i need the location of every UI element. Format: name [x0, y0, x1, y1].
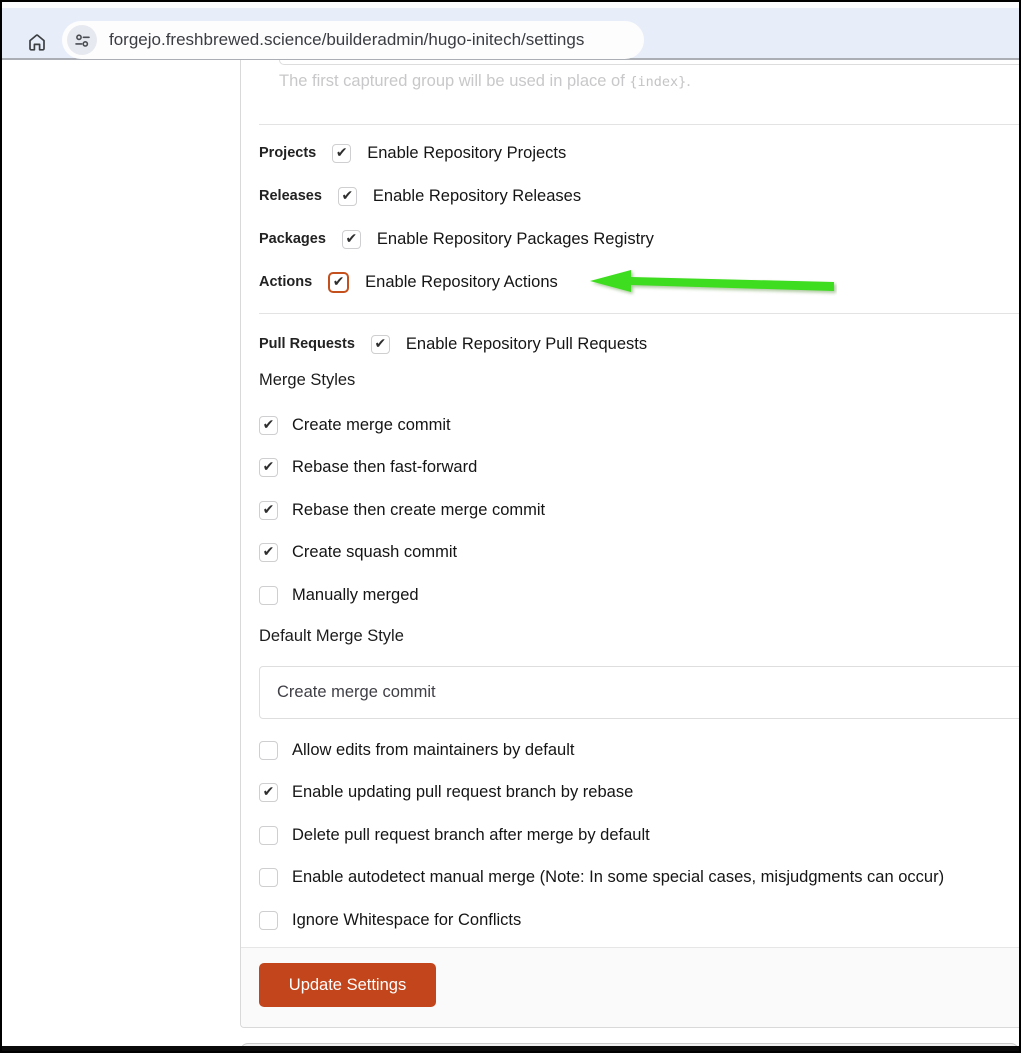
merge-styles-heading: Merge Styles	[259, 371, 355, 390]
feature-checkbox[interactable]	[342, 230, 361, 249]
feature-checkbox-label[interactable]: Enable Repository Packages Registry	[377, 230, 654, 249]
pull-requests-row: Pull Requests Enable Repository Pull Req…	[259, 333, 647, 355]
settings-panel: The first captured group will be used in…	[240, 60, 1019, 1028]
merge-style-label[interactable]: Create merge commit	[292, 416, 451, 435]
pull-request-option-row: Enable autodetect manual merge (Note: In…	[259, 867, 944, 889]
feature-label: Projects	[259, 145, 316, 161]
help-text-code: {index}	[629, 74, 686, 90]
merge-style-checkbox[interactable]	[259, 458, 278, 477]
pull-request-option-row: Ignore Whitespace for Conflicts	[259, 909, 944, 931]
feature-checkbox-label[interactable]: Enable Repository Projects	[367, 144, 566, 163]
pull-request-option-label[interactable]: Enable autodetect manual merge (Note: In…	[292, 868, 944, 887]
help-text: The first captured group will be used in…	[279, 72, 691, 91]
pull-request-option-checkbox[interactable]	[259, 783, 278, 802]
feature-checkbox-label[interactable]: Enable Repository Releases	[373, 187, 581, 206]
pull-request-option-checkbox[interactable]	[259, 741, 278, 760]
feature-checkbox[interactable]	[332, 144, 351, 163]
url-text[interactable]: forgejo.freshbrewed.science/builderadmin…	[109, 30, 584, 50]
merge-style-checkbox[interactable]	[259, 501, 278, 520]
merge-style-row: Rebase then create merge commit	[259, 499, 545, 521]
default-merge-style-heading: Default Merge Style	[259, 627, 404, 646]
merge-style-checkbox[interactable]	[259, 416, 278, 435]
merge-style-label[interactable]: Manually merged	[292, 586, 419, 605]
annotation-arrow	[587, 267, 837, 297]
pull-request-option-label[interactable]: Delete pull request branch after merge b…	[292, 826, 650, 845]
section-divider	[259, 313, 1019, 314]
feature-checkbox-label[interactable]: Enable Repository Actions	[365, 273, 558, 292]
section-divider	[259, 124, 1019, 125]
update-settings-button[interactable]: Update Settings	[259, 963, 436, 1007]
merge-style-label[interactable]: Rebase then create merge commit	[292, 501, 545, 520]
merge-style-row: Create merge commit	[259, 414, 545, 436]
feature-checkbox[interactable]	[328, 272, 349, 293]
feature-label: Packages	[259, 231, 326, 247]
pull-requests-checkbox-label[interactable]: Enable Repository Pull Requests	[406, 335, 647, 354]
pull-request-option-row: Enable updating pull request branch by r…	[259, 782, 944, 804]
feature-label: Actions	[259, 274, 312, 290]
default-merge-style-select[interactable]: Create merge commit	[259, 666, 1021, 719]
pull-request-option-checkbox[interactable]	[259, 911, 278, 930]
home-icon	[26, 31, 48, 53]
form-footer: Update Settings	[241, 947, 1019, 1027]
browser-toolbar: forgejo.freshbrewed.science/builderadmin…	[2, 2, 1019, 60]
address-bar[interactable]: forgejo.freshbrewed.science/builderadmin…	[62, 21, 644, 59]
pull-request-option-label[interactable]: Allow edits from maintainers by default	[292, 741, 574, 760]
pull-request-options-list: Allow edits from maintainers by default …	[259, 739, 944, 952]
pull-request-option-checkbox[interactable]	[259, 868, 278, 887]
merge-style-checkbox[interactable]	[259, 586, 278, 605]
screenshot-bottom-border	[2, 1046, 1019, 1051]
pull-requests-label: Pull Requests	[259, 336, 355, 352]
cutoff-input-field[interactable]	[279, 60, 1019, 65]
pull-request-option-checkbox[interactable]	[259, 826, 278, 845]
pull-request-option-row: Delete pull request branch after merge b…	[259, 824, 944, 846]
help-text-prefix: The first captured group will be used in…	[279, 72, 629, 90]
browser-window: forgejo.freshbrewed.science/builderadmin…	[0, 0, 1021, 1053]
merge-styles-list: Create merge commit Rebase then fast-for…	[259, 414, 545, 627]
merge-style-row: Manually merged	[259, 584, 545, 606]
help-text-suffix: .	[686, 72, 691, 90]
pull-requests-checkbox[interactable]	[371, 335, 390, 354]
feature-label: Releases	[259, 188, 322, 204]
merge-style-label[interactable]: Rebase then fast-forward	[292, 458, 477, 477]
default-merge-style-value: Create merge commit	[277, 683, 436, 702]
merge-style-checkbox[interactable]	[259, 543, 278, 562]
merge-style-row: Rebase then fast-forward	[259, 457, 545, 479]
feature-toggle-row: Projects Enable Repository Projects	[259, 142, 1019, 164]
site-settings-button[interactable]	[67, 25, 97, 55]
merge-style-label[interactable]: Create squash commit	[292, 543, 457, 562]
pull-request-option-label[interactable]: Enable updating pull request branch by r…	[292, 783, 633, 802]
site-settings-icon	[74, 32, 91, 49]
feature-checkbox[interactable]	[338, 187, 357, 206]
home-button[interactable]	[24, 29, 50, 55]
feature-toggle-row: Releases Enable Repository Releases	[259, 185, 1019, 207]
feature-toggle-row: Packages Enable Repository Packages Regi…	[259, 228, 1019, 250]
merge-style-row: Create squash commit	[259, 542, 545, 564]
pull-request-option-label[interactable]: Ignore Whitespace for Conflicts	[292, 911, 521, 930]
pull-request-option-row: Allow edits from maintainers by default	[259, 739, 944, 761]
